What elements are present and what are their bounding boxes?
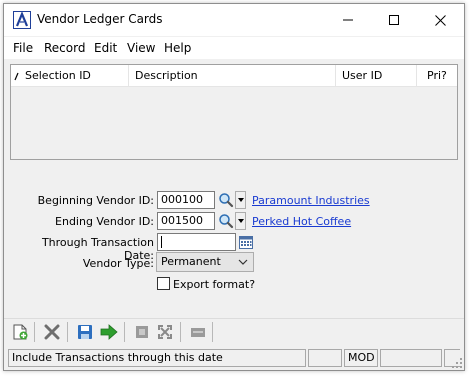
- run-icon: [100, 324, 118, 340]
- save-icon: [78, 325, 92, 339]
- export-format-label: Export format?: [173, 278, 256, 291]
- title-bar: Vendor Ledger Cards: [4, 4, 464, 36]
- selection-list[interactable]: Selection ID Description User ID Pri?: [10, 64, 458, 160]
- text-cursor: [161, 236, 162, 248]
- delete-icon: [44, 324, 60, 340]
- beginning-vendor-name-link[interactable]: Paramount Industries: [252, 194, 370, 207]
- toolbar-divider: [212, 322, 213, 342]
- menu-file[interactable]: File: [13, 41, 33, 55]
- beginning-vendor-input[interactable]: 000100: [157, 191, 215, 209]
- toolbar-divider: [67, 322, 68, 342]
- column-user-id[interactable]: User ID: [336, 65, 416, 87]
- list-header: Selection ID Description User ID Pri?: [11, 65, 457, 87]
- resize-grip-icon[interactable]: [452, 358, 462, 368]
- column-selection-id[interactable]: Selection ID: [19, 65, 129, 87]
- fullscreen-button[interactable]: [154, 321, 176, 343]
- minimize-button[interactable]: [325, 4, 371, 36]
- vendor-type-label: Vendor Type:: [82, 257, 154, 270]
- status-cell-2: [308, 349, 342, 367]
- column-description[interactable]: Description: [129, 65, 335, 87]
- status-mode: MOD: [344, 349, 378, 367]
- close-panel-icon: [191, 328, 205, 337]
- ending-vendor-lookup-button[interactable]: [217, 212, 235, 230]
- close-button[interactable]: [417, 4, 463, 36]
- app-logo-icon: [13, 11, 31, 29]
- dropdown-arrow-icon: [237, 219, 244, 223]
- toolbar-divider: [34, 322, 35, 342]
- maximize-button[interactable]: [371, 4, 417, 36]
- fullscreen-icon: [158, 325, 172, 339]
- run-button[interactable]: [98, 321, 120, 343]
- calendar-icon: [239, 236, 253, 249]
- ending-vendor-label: Ending Vendor ID:: [55, 215, 154, 228]
- calendar-button[interactable]: [237, 233, 255, 251]
- export-format-checkbox[interactable]: [157, 277, 170, 290]
- toolbar-top-border: [4, 318, 464, 319]
- print-button[interactable]: [131, 321, 153, 343]
- ending-vendor-name-link[interactable]: Perked Hot Coffee: [252, 215, 351, 228]
- menu-view[interactable]: View: [127, 41, 155, 55]
- delete-button[interactable]: [41, 321, 63, 343]
- ending-vendor-dropdown-button[interactable]: [235, 212, 246, 230]
- maximize-icon: [389, 15, 399, 25]
- column-print[interactable]: Pri?: [417, 65, 457, 87]
- menu-edit[interactable]: Edit: [94, 41, 117, 55]
- vendor-type-value: Permanent: [161, 255, 221, 268]
- beginning-vendor-dropdown-button[interactable]: [235, 191, 246, 209]
- new-record-button[interactable]: [9, 321, 31, 343]
- print-icon: [136, 326, 148, 338]
- beginning-vendor-lookup-button[interactable]: [217, 191, 235, 209]
- toolbar-divider: [180, 322, 181, 342]
- close-panel-button[interactable]: [187, 321, 209, 343]
- search-icon: [219, 193, 234, 208]
- close-icon: [434, 14, 446, 26]
- dropdown-arrow-icon: [237, 198, 244, 202]
- menu-help[interactable]: Help: [164, 41, 191, 55]
- save-button[interactable]: [74, 321, 96, 343]
- menu-bar: File Record Edit View Help: [4, 37, 464, 59]
- status-bar: Include Transactions through this date M…: [4, 346, 464, 370]
- menu-record[interactable]: Record: [44, 41, 85, 55]
- ending-vendor-input[interactable]: 001500: [157, 212, 215, 230]
- chevron-down-icon: [238, 259, 248, 265]
- new-icon: [13, 324, 28, 340]
- window-title: Vendor Ledger Cards: [37, 12, 163, 26]
- beginning-vendor-label: Beginning Vendor ID:: [37, 194, 154, 207]
- status-message: Include Transactions through this date: [8, 349, 306, 367]
- vendor-ledger-window: Vendor Ledger Cards File Record Edit Vie…: [3, 3, 465, 371]
- minimize-icon: [343, 19, 353, 21]
- toolbar-divider: [124, 322, 125, 342]
- search-icon: [219, 214, 234, 229]
- status-cell-4: [380, 349, 442, 367]
- through-date-input[interactable]: [157, 233, 236, 251]
- vendor-type-select[interactable]: Permanent: [156, 252, 254, 272]
